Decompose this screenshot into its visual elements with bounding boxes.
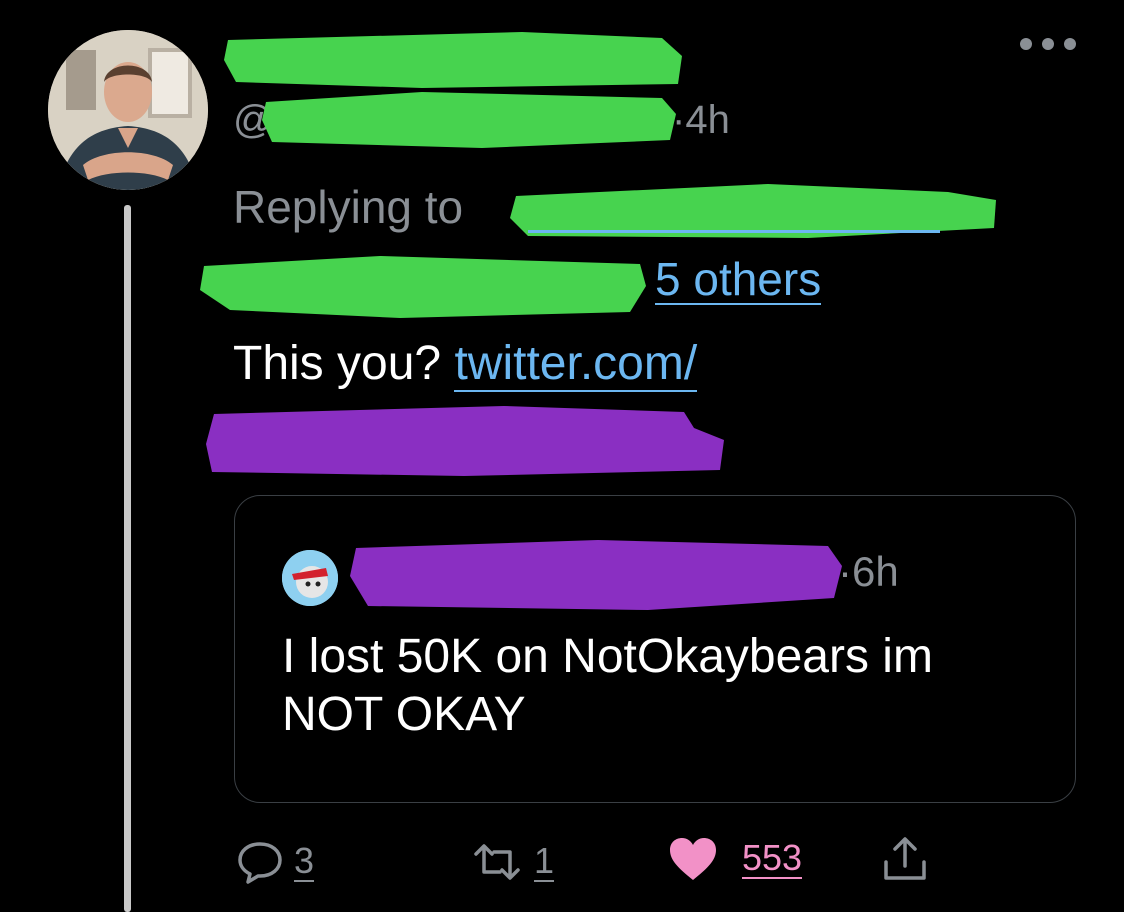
tweet-text: This you? twitter.com/: [233, 336, 698, 392]
share-icon: [884, 837, 926, 880]
retweet-icon: [474, 844, 520, 880]
more-options-icon[interactable]: [1020, 36, 1076, 52]
quote-time-row: ·6h: [838, 548, 899, 596]
replying-to-row: Replying to: [233, 180, 463, 234]
replying-others-link[interactable]: 5 others: [655, 255, 822, 305]
redacted-link-path: [206, 406, 724, 476]
reply-action[interactable]: 3: [236, 840, 315, 884]
retweet-action[interactable]: 1: [470, 840, 555, 884]
like-action[interactable]: 553: [668, 836, 803, 882]
tweet-body: This you?: [233, 337, 442, 390]
reply-count: 3: [294, 840, 315, 882]
reply-icon: [238, 842, 282, 884]
redacted-replied-user-2: [200, 256, 646, 318]
quote-author-avatar[interactable]: [282, 550, 338, 606]
share-action[interactable]: [880, 836, 930, 887]
like-count: 553: [742, 837, 803, 879]
separator-dot: ·: [672, 98, 686, 142]
heart-icon: [670, 838, 716, 880]
redacted-replied-user-1: [510, 184, 996, 238]
tweet-link[interactable]: twitter.com/: [454, 337, 698, 392]
author-avatar[interactable]: [48, 30, 208, 190]
retweet-count: 1: [534, 840, 555, 882]
redacted-quote-author: [350, 540, 842, 610]
separator-dot: ·: [838, 548, 852, 595]
thread-line: [124, 205, 131, 912]
redacted-handle: [262, 92, 676, 148]
tweet-time[interactable]: 4h: [685, 98, 730, 142]
redacted-display-name: [224, 32, 682, 88]
quote-text: I lost 50K on NotOkaybears im NOT OKAY: [282, 630, 933, 741]
quote-time: 6h: [852, 548, 899, 595]
replying-to-label: Replying to: [233, 181, 464, 233]
tweet-time-row: ·4h: [672, 98, 730, 143]
